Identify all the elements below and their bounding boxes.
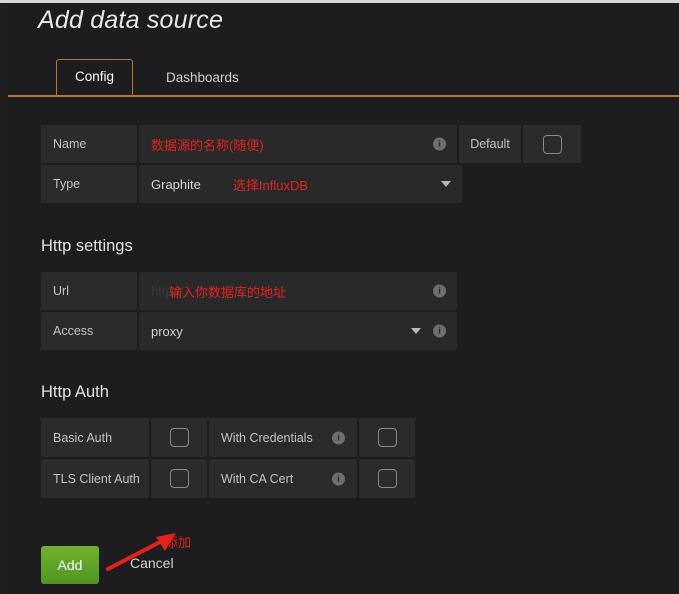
add-annotation: 添加 — [165, 535, 192, 550]
with-ca-cert-checkbox-cell[interactable] — [359, 459, 415, 498]
http-settings-title: Http settings — [41, 237, 133, 255]
type-value: Graphite — [151, 176, 201, 192]
access-row: Access proxy i — [41, 312, 661, 350]
with-credentials-checkbox-cell[interactable] — [359, 418, 415, 457]
with-credentials-text: With Credentials — [221, 430, 313, 445]
basic-auth-label: Basic Auth — [41, 418, 149, 457]
with-credentials-checkbox[interactable] — [377, 428, 397, 447]
tls-client-auth-checkbox-cell[interactable] — [151, 459, 207, 498]
with-ca-cert-label: With CA Cert i — [209, 459, 357, 498]
with-credentials-info-icon[interactable]: i — [332, 431, 345, 444]
config-section: Name 数据源的名称(随便) i Default Type Graphite … — [41, 125, 661, 205]
url-row: Url http:// 输入你数据库的地址 i — [41, 272, 661, 310]
access-value: proxy — [151, 323, 183, 339]
http-settings-section: Http settings Url http:// 输入你数据库的地址 i Ac… — [41, 237, 661, 352]
cancel-button[interactable]: Cancel — [130, 555, 174, 571]
tab-config[interactable]: Config — [56, 59, 134, 95]
basic-auth-checkbox-cell[interactable] — [151, 418, 207, 457]
url-annotation: 输入你数据库的地址 — [169, 284, 287, 300]
with-ca-cert-text: With CA Cert — [221, 471, 294, 486]
tls-client-auth-checkbox[interactable] — [169, 469, 189, 488]
type-select[interactable]: Graphite 选择InfluxDB — [139, 165, 462, 203]
type-annotation: 选择InfluxDB — [232, 177, 309, 193]
basic-auth-checkbox[interactable] — [169, 428, 189, 447]
access-select[interactable]: proxy i — [139, 312, 457, 350]
default-checkbox[interactable] — [542, 134, 562, 154]
http-auth-title: Http Auth — [41, 383, 109, 401]
basic-auth-row: Basic Auth With Credentials i — [41, 418, 661, 457]
type-row: Type Graphite 选择InfluxDB — [41, 165, 661, 203]
with-ca-cert-info-icon[interactable]: i — [332, 472, 345, 485]
name-label: Name — [41, 125, 137, 163]
url-info-icon[interactable]: i — [433, 284, 446, 298]
tls-client-auth-label: TLS Client Auth — [41, 459, 149, 498]
chevron-down-icon[interactable] — [441, 181, 451, 187]
default-label: Default — [459, 125, 521, 163]
tls-client-auth-row: TLS Client Auth With CA Cert i — [41, 459, 661, 498]
name-row: Name 数据源的名称(随便) i Default — [41, 125, 661, 163]
access-label: Access — [41, 312, 137, 350]
with-credentials-label: With Credentials i — [209, 418, 357, 457]
url-input[interactable]: http:// 输入你数据库的地址 i — [139, 272, 457, 310]
name-input[interactable]: 数据源的名称(随便) i — [139, 125, 457, 163]
name-info-icon[interactable]: i — [433, 137, 446, 151]
type-label: Type — [41, 165, 137, 203]
chevron-down-icon[interactable] — [411, 328, 421, 334]
add-button[interactable]: Add — [41, 546, 99, 584]
tab-dashboards[interactable]: Dashboards — [148, 61, 257, 95]
with-ca-cert-checkbox[interactable] — [377, 469, 397, 488]
left-gutter — [0, 3, 8, 594]
tab-underline — [8, 95, 679, 97]
default-checkbox-cell[interactable] — [523, 125, 581, 163]
http-auth-section: Http Auth Basic Auth With Credentials i … — [41, 383, 661, 500]
page-title: Add data source — [38, 6, 224, 34]
tab-bar: Config Dashboards — [8, 57, 679, 97]
name-annotation: 数据源的名称(随便) — [151, 137, 264, 153]
add-data-source-page: Add data source Config Dashboards Name 数… — [8, 3, 679, 594]
url-label: Url — [41, 272, 137, 310]
access-info-icon[interactable]: i — [433, 324, 446, 338]
